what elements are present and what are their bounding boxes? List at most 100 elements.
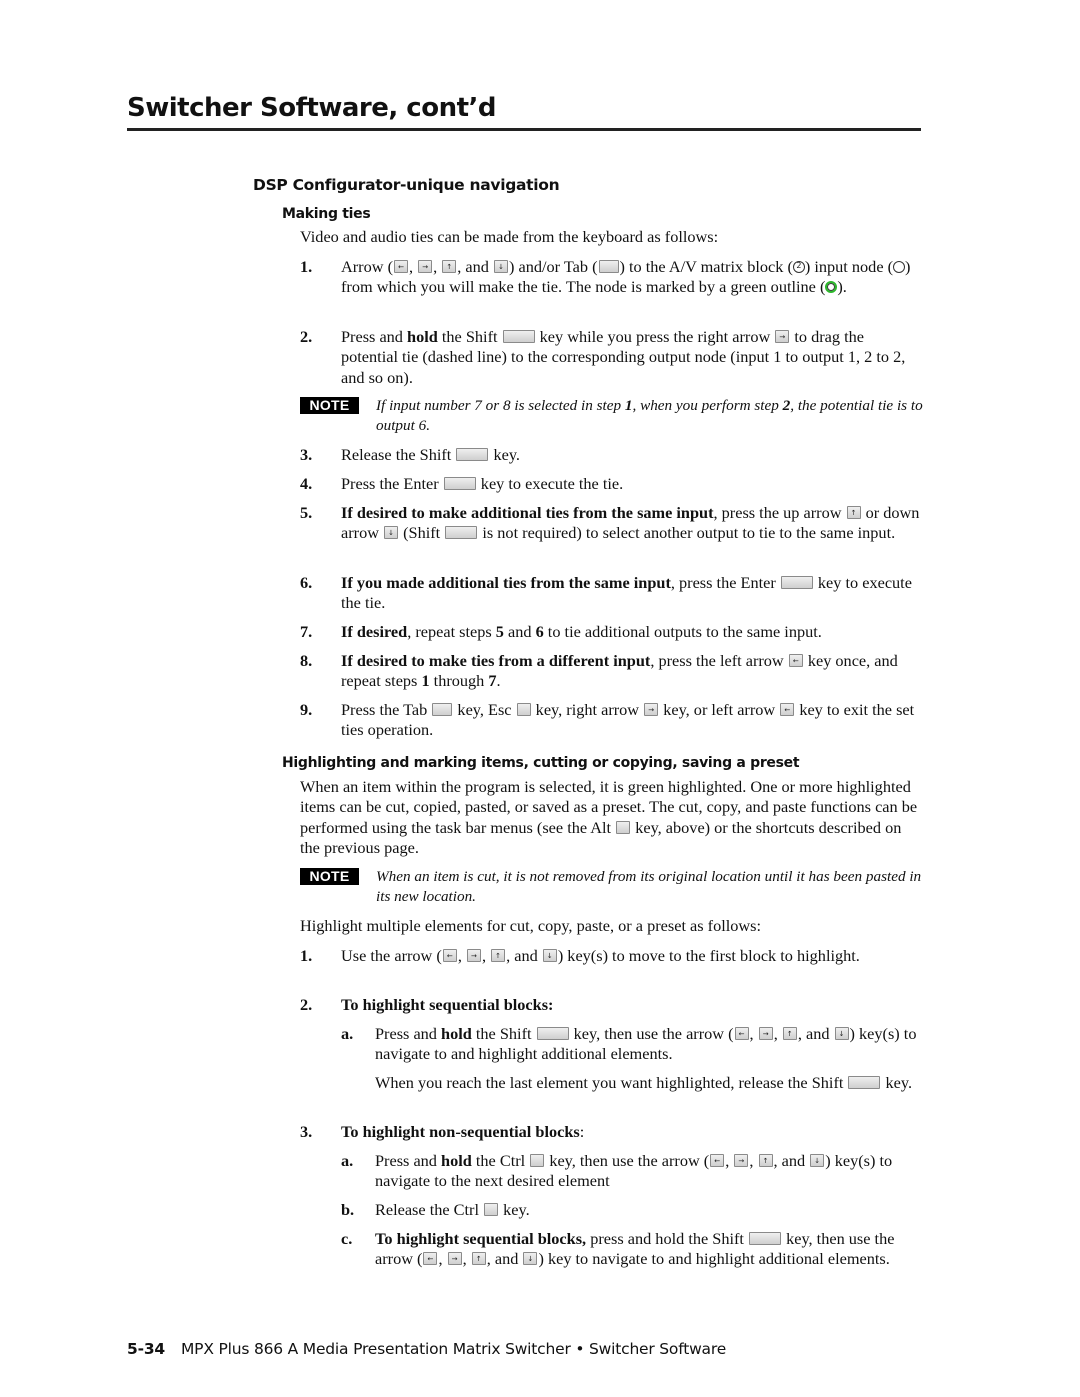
text: When you reach the last element you want…	[375, 1073, 848, 1092]
text: ) key(s) to move to the first block to h…	[557, 946, 860, 965]
step-number: 9.	[300, 700, 313, 719]
substep-letter: b.	[341, 1200, 355, 1219]
right-arrow-key-icon: →	[466, 949, 481, 962]
step-text: Use the arrow (←, →, ↑, and ↓) key(s) to…	[341, 946, 925, 966]
text: ,	[725, 1151, 734, 1170]
right-arrow-key-icon: →	[644, 703, 659, 716]
text: , and	[506, 946, 542, 965]
title-rule	[127, 128, 921, 131]
bold-text: hold	[441, 1024, 472, 1043]
note-text: When an item is cut, it is not removed f…	[376, 868, 922, 906]
substep-letter: c.	[341, 1229, 353, 1248]
down-arrow-key-icon: ↓	[810, 1154, 825, 1167]
text: the Shift	[471, 1024, 536, 1043]
left-arrow-key-icon: ←	[780, 703, 795, 716]
text: ,	[433, 257, 442, 276]
step-heading: To highlight non-sequential blocks:	[341, 1122, 925, 1142]
down-arrow-key-icon: ↓	[523, 1252, 538, 1266]
note-2: NOTE When an item is cut, it is not remo…	[300, 867, 925, 908]
step-number: 2.	[300, 327, 313, 346]
right-arrow-key-icon: →	[775, 330, 790, 343]
text: Use the arrow (	[341, 946, 442, 965]
left-arrow-key-icon: ←	[788, 654, 803, 667]
step-number: 8.	[300, 651, 313, 670]
highlight-step-2a-continued: When you reach the last element you want…	[341, 1073, 926, 1093]
down-arrow-key-icon: ↓	[834, 1027, 849, 1040]
tab-key-icon	[598, 260, 619, 273]
text: the Shift	[437, 327, 502, 346]
highlighting-paragraph: When an item within the program is selec…	[300, 777, 925, 858]
highlight-step-3b: b. Release the Ctrl key.	[341, 1200, 926, 1220]
text: , and	[457, 257, 493, 276]
text: ,	[481, 946, 491, 965]
text: key, Esc	[453, 700, 516, 719]
text: , press the up arrow	[713, 503, 846, 522]
text: ) key to navigate to and highlight addit…	[538, 1249, 890, 1269]
text: key.	[499, 1200, 530, 1219]
text: , press the Enter	[670, 573, 780, 592]
step-1: 1. Arrow (←, →, ↑, and ↓) and/or Tab () …	[300, 257, 925, 298]
text: through	[429, 671, 489, 691]
right-arrow-key-icon: →	[758, 1027, 773, 1040]
substep-text: To highlight sequential blocks, press an…	[375, 1229, 926, 1270]
highlight-step-1: 1. Use the arrow (←, →, ↑, and ↓) key(s)…	[300, 946, 925, 966]
step-7: 7. If desired, repeat steps 5 and 6 to t…	[300, 622, 925, 642]
left-arrow-key-icon: ←	[442, 949, 457, 962]
text: , repeat steps	[407, 622, 496, 641]
input-node-icon	[893, 261, 906, 273]
bold-text: 5	[495, 622, 504, 641]
step-number: 7.	[300, 622, 313, 641]
step-6: 6. If you made additional ties from the …	[300, 573, 925, 614]
text: Press and	[375, 1024, 442, 1043]
step-number: 3.	[300, 1122, 313, 1141]
enter-key-icon	[443, 477, 476, 490]
ctrl-key-icon	[484, 1203, 499, 1216]
substep-text: Press and hold the Shift key, then use t…	[375, 1024, 926, 1065]
step-text: If you made additional ties from the sam…	[341, 573, 925, 614]
enter-key-icon	[780, 576, 813, 589]
text: press and hold the Shift	[586, 1229, 749, 1248]
text: ,	[457, 946, 466, 965]
bold-text: 6	[535, 622, 544, 641]
down-arrow-key-icon: ↓	[494, 260, 508, 273]
ctrl-key-icon	[530, 1154, 545, 1167]
text: , press the left arrow	[650, 651, 788, 670]
note-badge: NOTE	[300, 397, 359, 414]
highlight-step-2: 2. To highlight sequential blocks:	[300, 995, 925, 1015]
highlight-step-3: 3. To highlight non-sequential blocks:	[300, 1122, 925, 1142]
highlight-intro: Highlight multiple elements for cut, cop…	[300, 916, 762, 935]
step-text: Press the Tab key, Esc key, right arrow …	[341, 700, 925, 741]
bold-text: To highlight non-sequential blocks	[341, 1122, 580, 1141]
step-text: Release the Shift key.	[341, 445, 925, 465]
text: key while you press the right arrow	[535, 327, 775, 346]
note-badge: NOTE	[300, 868, 359, 885]
bold-text: hold	[407, 327, 438, 346]
left-arrow-key-icon: ←	[394, 260, 408, 273]
page-title: Switcher Software, cont’d	[127, 93, 497, 123]
text: ) input node (	[804, 257, 894, 276]
shift-key-icon	[445, 526, 478, 540]
text: key.	[881, 1073, 913, 1092]
text: Press the Enter	[341, 474, 443, 493]
text: Release the Shift	[341, 445, 456, 464]
note-1: NOTE If input number 7 or 8 is selected …	[300, 396, 925, 437]
text: key, then use the arrow (	[545, 1151, 710, 1170]
text: key, or left arrow	[659, 700, 780, 719]
step-number: 2.	[300, 995, 313, 1014]
up-arrow-key-icon: ↑	[782, 1027, 797, 1040]
step-3: 3. Release the Shift key.	[300, 445, 925, 465]
bold-text: To highlight sequential blocks,	[375, 1229, 587, 1248]
page-number: 5-34	[127, 1340, 165, 1358]
step-text: If desired to make ties from a different…	[341, 651, 925, 692]
step-2: 2. Press and hold the Shift key while yo…	[300, 327, 925, 388]
text: ,	[749, 1024, 758, 1043]
step-number: 1.	[300, 257, 313, 276]
text: :	[579, 1122, 585, 1141]
step-4: 4. Press the Enter key to execute the ti…	[300, 474, 925, 494]
substep-text: Press and hold the Ctrl key, then use th…	[375, 1151, 926, 1192]
up-arrow-key-icon: ↑	[846, 506, 861, 519]
step-number: 3.	[300, 445, 313, 464]
left-arrow-key-icon: ←	[423, 1252, 438, 1266]
up-arrow-key-icon: ↑	[442, 260, 457, 273]
step-5: 5. If desired to make additional ties fr…	[300, 503, 925, 544]
